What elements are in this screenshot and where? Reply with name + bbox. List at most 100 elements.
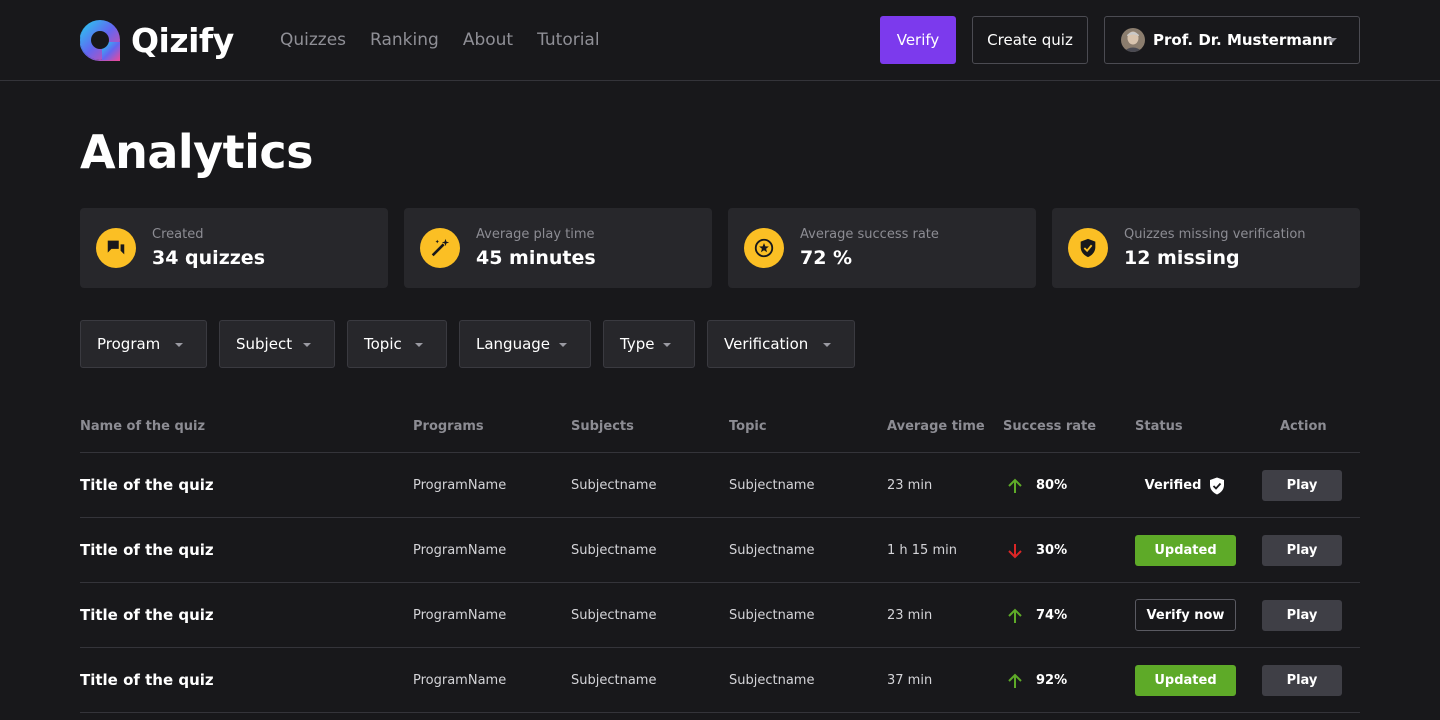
avatar: [1121, 28, 1145, 52]
stat-label: Quizzes missing verification: [1124, 227, 1306, 242]
column-header-subjects[interactable]: Subjects: [571, 419, 634, 435]
filter-type[interactable]: Type: [603, 320, 695, 368]
chevron-down-icon: [415, 343, 423, 347]
stat-value: 12 missing: [1124, 247, 1240, 269]
arrow-up-icon: [1008, 478, 1022, 493]
filter-subject[interactable]: Subject: [219, 320, 335, 368]
table-row[interactable]: Title of the quiz ProgramName Subjectnam…: [0, 518, 1440, 583]
filter-label: Topic: [364, 335, 402, 353]
user-name: Prof. Dr. Mustermann: [1153, 31, 1334, 49]
subject-cell: Subjectname: [571, 543, 657, 558]
stat-value: 34 quizzes: [152, 247, 266, 269]
success-rate-value: 80%: [1036, 478, 1068, 493]
filter-label: Program: [97, 335, 161, 353]
status-label: Verified: [1144, 478, 1202, 493]
play-button[interactable]: Play: [1262, 535, 1342, 566]
create-quiz-button[interactable]: Create quiz: [972, 16, 1088, 64]
arrow-down-icon: [1008, 544, 1022, 559]
filter-label: Verification: [724, 335, 809, 353]
column-header-topic[interactable]: Topic: [729, 419, 767, 435]
success-rate-value: 74%: [1036, 608, 1068, 623]
chevron-down-icon: [175, 343, 183, 347]
play-button[interactable]: Play: [1262, 665, 1342, 696]
table-row[interactable]: Title of the quiz ProgramName Subjectnam…: [0, 453, 1440, 518]
average-time-cell: 1 h 15 min: [887, 543, 957, 558]
stat-label: Average success rate: [800, 227, 939, 242]
play-button[interactable]: Play: [1262, 470, 1342, 501]
avatar-image: [1121, 28, 1145, 52]
stat-card-success-rate: Average success rate 72 %: [728, 208, 1036, 288]
program-cell: ProgramName: [413, 543, 507, 558]
page-title: Analytics: [80, 125, 314, 179]
filter-label: Subject: [236, 335, 293, 353]
chevron-down-icon: [663, 343, 671, 347]
quiz-title[interactable]: Title of the quiz: [80, 453, 214, 518]
column-header-status[interactable]: Status: [1135, 419, 1183, 435]
shield-check-icon: [1068, 228, 1108, 268]
verify-button[interactable]: Verify: [880, 16, 956, 64]
logo-text: Qizify: [131, 21, 234, 60]
main-nav: Quizzes Ranking About Tutorial: [280, 28, 600, 52]
arrow-up-icon: [1008, 608, 1022, 623]
magic-wand-icon: [420, 228, 460, 268]
filter-program[interactable]: Program: [80, 320, 207, 368]
topic-cell: Subjectname: [729, 608, 815, 623]
column-header-programs[interactable]: Programs: [413, 419, 484, 435]
verify-now-button[interactable]: Verify now: [1135, 599, 1236, 631]
column-header-average-time[interactable]: Average time: [887, 419, 985, 435]
column-header-action: Action: [1280, 419, 1327, 434]
topic-cell: Subjectname: [729, 673, 815, 688]
table-row[interactable]: Title of the quiz ProgramName Subjectnam…: [0, 648, 1440, 713]
nav-about[interactable]: About: [463, 28, 513, 52]
nav-tutorial[interactable]: Tutorial: [537, 28, 600, 52]
chevron-down-icon: [1327, 38, 1337, 43]
average-time-cell: 23 min: [887, 478, 933, 493]
quiz-title[interactable]: Title of the quiz: [80, 518, 214, 583]
logo[interactable]: Qizify: [80, 20, 234, 61]
nav-ranking[interactable]: Ranking: [370, 28, 439, 52]
arrow-up-icon: [1008, 673, 1022, 688]
stat-card-missing-verification: Quizzes missing verification 12 missing: [1052, 208, 1360, 288]
filter-label: Language: [476, 335, 551, 353]
stat-label: Average play time: [476, 227, 595, 242]
play-button[interactable]: Play: [1262, 600, 1342, 631]
column-header-success-rate[interactable]: Success rate: [1003, 419, 1096, 435]
success-rate-value: 30%: [1036, 543, 1068, 558]
chevron-down-icon: [823, 343, 831, 347]
filter-language[interactable]: Language: [459, 320, 591, 368]
program-cell: ProgramName: [413, 478, 507, 493]
subject-cell: Subjectname: [571, 673, 657, 688]
stat-card-play-time: Average play time 45 minutes: [404, 208, 712, 288]
nav-quizzes[interactable]: Quizzes: [280, 28, 346, 52]
chat-bubbles-icon: [96, 228, 136, 268]
chevron-down-icon: [559, 343, 567, 347]
success-rate-value: 92%: [1036, 673, 1068, 688]
average-time-cell: 37 min: [887, 673, 933, 688]
stat-value: 72 %: [800, 247, 853, 269]
column-header-name[interactable]: Name of the quiz: [80, 419, 205, 435]
table-row[interactable]: Title of the quiz ProgramName Subjectnam…: [0, 583, 1440, 648]
topic-cell: Subjectname: [729, 478, 815, 493]
program-cell: ProgramName: [413, 673, 507, 688]
table-divider: [80, 712, 1360, 713]
average-time-cell: 23 min: [887, 608, 933, 623]
top-navigation-bar: Qizify Quizzes Ranking About Tutorial Ve…: [0, 0, 1440, 81]
stat-card-created: Created 34 quizzes: [80, 208, 388, 288]
filter-topic[interactable]: Topic: [347, 320, 447, 368]
program-cell: ProgramName: [413, 608, 507, 623]
filter-label: Type: [620, 335, 655, 353]
shield-check-icon: [1210, 477, 1225, 494]
topic-cell: Subjectname: [729, 543, 815, 558]
user-menu[interactable]: Prof. Dr. Mustermann: [1104, 16, 1360, 64]
quiz-title[interactable]: Title of the quiz: [80, 648, 214, 713]
logo-mark-icon: [80, 20, 120, 61]
star-icon: [744, 228, 784, 268]
subject-cell: Subjectname: [571, 608, 657, 623]
stat-label: Created: [152, 227, 204, 242]
subject-cell: Subjectname: [571, 478, 657, 493]
chevron-down-icon: [303, 343, 311, 347]
status-badge: Updated: [1135, 535, 1236, 566]
filter-verification[interactable]: Verification: [707, 320, 855, 368]
status-verified: Verified: [1135, 469, 1235, 502]
quiz-title[interactable]: Title of the quiz: [80, 583, 214, 648]
